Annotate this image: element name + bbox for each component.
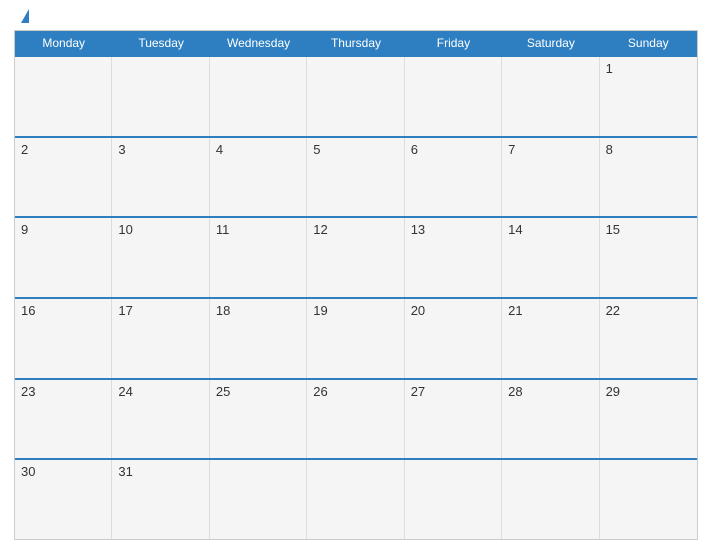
- calendar-cell: 2: [15, 138, 112, 217]
- col-header-saturday: Saturday: [502, 31, 599, 55]
- calendar-header-row: MondayTuesdayWednesdayThursdayFridaySatu…: [15, 31, 697, 55]
- day-number: 6: [411, 142, 418, 157]
- calendar-cell: [405, 460, 502, 539]
- calendar-cell: 21: [502, 299, 599, 378]
- calendar-cell: [405, 57, 502, 136]
- calendar-cell: 6: [405, 138, 502, 217]
- calendar-cell: 28: [502, 380, 599, 459]
- day-number: 15: [606, 222, 620, 237]
- col-header-monday: Monday: [15, 31, 112, 55]
- calendar-cell: 25: [210, 380, 307, 459]
- calendar-cell: 24: [112, 380, 209, 459]
- calendar-row-6: 30 31: [15, 458, 697, 539]
- calendar-cell: 3: [112, 138, 209, 217]
- day-number: 29: [606, 384, 620, 399]
- day-number: 3: [118, 142, 125, 157]
- day-number: 18: [216, 303, 230, 318]
- calendar-cell: 27: [405, 380, 502, 459]
- calendar-row-3: 9 10 11 12 13 14 15: [15, 216, 697, 297]
- calendar-cell: 22: [600, 299, 697, 378]
- calendar-cell: 10: [112, 218, 209, 297]
- calendar-cell: 5: [307, 138, 404, 217]
- day-number: 11: [216, 222, 230, 237]
- day-number: 1: [606, 61, 613, 76]
- calendar-cell: [307, 460, 404, 539]
- day-number: 24: [118, 384, 132, 399]
- logo: [18, 10, 32, 24]
- day-number: 7: [508, 142, 515, 157]
- calendar-cell: 20: [405, 299, 502, 378]
- calendar-row-4: 16 17 18 19 20 21 22: [15, 297, 697, 378]
- day-number: 28: [508, 384, 522, 399]
- calendar-cell: 26: [307, 380, 404, 459]
- calendar-cell: 9: [15, 218, 112, 297]
- day-number: 4: [216, 142, 223, 157]
- day-number: 16: [21, 303, 35, 318]
- day-number: 26: [313, 384, 327, 399]
- day-number: 19: [313, 303, 327, 318]
- calendar-cell: 7: [502, 138, 599, 217]
- calendar-cell: [15, 57, 112, 136]
- calendar-cell: 18: [210, 299, 307, 378]
- day-number: 2: [21, 142, 28, 157]
- col-header-tuesday: Tuesday: [112, 31, 209, 55]
- calendar-cell: 13: [405, 218, 502, 297]
- calendar-cell: 29: [600, 380, 697, 459]
- calendar-grid: MondayTuesdayWednesdayThursdayFridaySatu…: [14, 30, 698, 540]
- day-number: 21: [508, 303, 522, 318]
- calendar-cell: 14: [502, 218, 599, 297]
- col-header-wednesday: Wednesday: [210, 31, 307, 55]
- day-number: 25: [216, 384, 230, 399]
- day-number: 9: [21, 222, 28, 237]
- calendar-cell: 11: [210, 218, 307, 297]
- day-number: 31: [118, 464, 132, 479]
- calendar-page: MondayTuesdayWednesdayThursdayFridaySatu…: [0, 0, 712, 550]
- calendar-row-1: 1: [15, 55, 697, 136]
- col-header-thursday: Thursday: [307, 31, 404, 55]
- day-number: 22: [606, 303, 620, 318]
- day-number: 10: [118, 222, 132, 237]
- calendar-cell: 16: [15, 299, 112, 378]
- day-number: 20: [411, 303, 425, 318]
- header: [14, 10, 698, 24]
- calendar-cell: 30: [15, 460, 112, 539]
- calendar-body: 1234567891011121314151617181920212223242…: [15, 55, 697, 539]
- calendar-cell: [210, 460, 307, 539]
- day-number: 13: [411, 222, 425, 237]
- calendar-cell: [502, 460, 599, 539]
- calendar-cell: 8: [600, 138, 697, 217]
- calendar-cell: [502, 57, 599, 136]
- day-number: 30: [21, 464, 35, 479]
- day-number: 5: [313, 142, 320, 157]
- day-number: 27: [411, 384, 425, 399]
- calendar-cell: 4: [210, 138, 307, 217]
- day-number: 12: [313, 222, 327, 237]
- calendar-cell: 1: [600, 57, 697, 136]
- calendar-cell: [112, 57, 209, 136]
- calendar-cell: [600, 460, 697, 539]
- logo-triangle-icon: [21, 9, 29, 23]
- calendar-cell: 31: [112, 460, 209, 539]
- calendar-cell: [307, 57, 404, 136]
- calendar-cell: 15: [600, 218, 697, 297]
- col-header-sunday: Sunday: [600, 31, 697, 55]
- calendar-cell: 23: [15, 380, 112, 459]
- calendar-cell: [210, 57, 307, 136]
- calendar-cell: 17: [112, 299, 209, 378]
- day-number: 17: [118, 303, 132, 318]
- calendar-cell: 12: [307, 218, 404, 297]
- calendar-row-5: 23 24 25 26 27 28 29: [15, 378, 697, 459]
- day-number: 8: [606, 142, 613, 157]
- col-header-friday: Friday: [405, 31, 502, 55]
- calendar-row-2: 2 3 4 5 6 7 8: [15, 136, 697, 217]
- calendar-cell: 19: [307, 299, 404, 378]
- day-number: 23: [21, 384, 35, 399]
- day-number: 14: [508, 222, 522, 237]
